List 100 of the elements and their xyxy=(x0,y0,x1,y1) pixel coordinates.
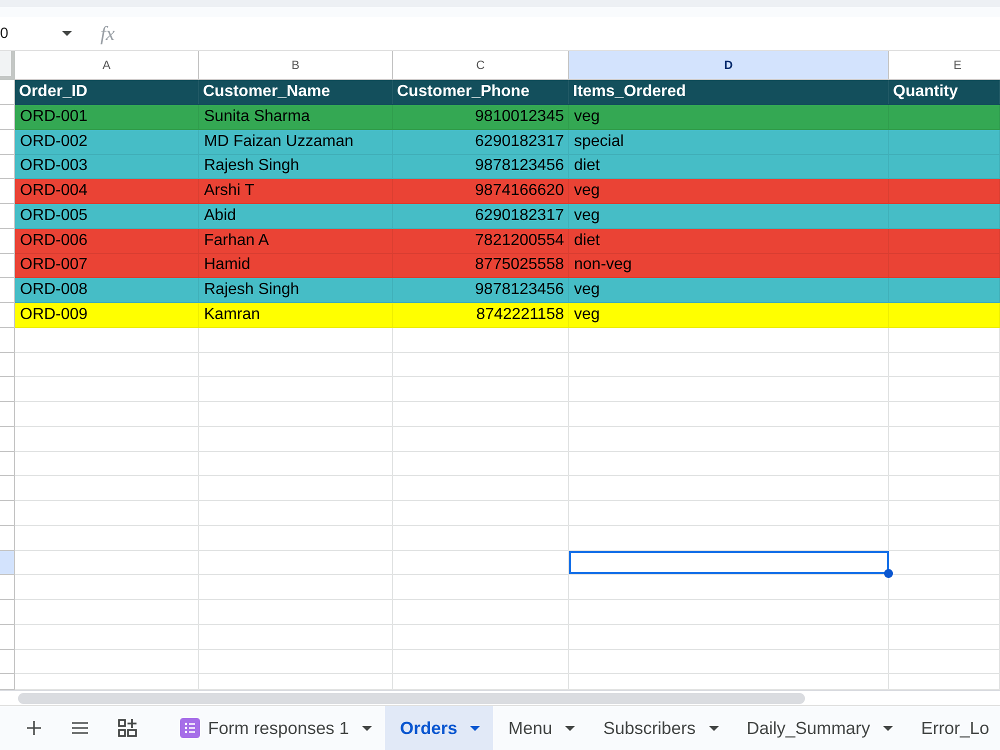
fill-handle-icon[interactable] xyxy=(884,569,893,578)
row-header[interactable] xyxy=(0,204,15,229)
horizontal-scrollbar[interactable] xyxy=(0,690,1000,706)
table-cell: ORD-004 xyxy=(20,182,88,200)
row-header[interactable] xyxy=(0,452,15,476)
column-title: Order_ID xyxy=(19,83,88,101)
table-cell: Arshi T xyxy=(204,182,254,200)
caret-icon[interactable] xyxy=(62,31,72,36)
row-header[interactable] xyxy=(0,674,15,690)
caret-icon[interactable] xyxy=(565,726,576,730)
row-header[interactable] xyxy=(0,303,15,328)
row-header[interactable] xyxy=(0,526,15,550)
table-row[interactable]: ORD-008 Rajesh Singh 9878123456 veg xyxy=(15,278,1000,303)
row-header[interactable] xyxy=(0,575,15,600)
table-cell: veg xyxy=(574,306,600,324)
table-cell: Farhan A xyxy=(204,232,269,250)
row-header[interactable] xyxy=(0,130,15,154)
column-header[interactable]: D xyxy=(569,51,889,80)
name-box[interactable]: 0 xyxy=(0,25,8,42)
column-title: Customer_Phone xyxy=(397,83,530,101)
caret-icon[interactable] xyxy=(883,726,894,730)
table-cell: special xyxy=(574,132,624,151)
table-cell: veg xyxy=(574,182,600,200)
select-all-corner[interactable] xyxy=(0,51,15,80)
table-cell: Rajesh Singh xyxy=(204,157,300,176)
column-title: Quantity xyxy=(893,83,958,101)
table-cell: ORD-008 xyxy=(20,281,88,300)
sheet-tab[interactable]: Daily_Summary xyxy=(732,706,906,750)
table-cell: Abid xyxy=(204,206,236,225)
row-header[interactable] xyxy=(0,228,15,254)
table-row[interactable]: ORD-001 Sunita Sharma 9810012345 veg xyxy=(15,105,1000,130)
table-cell: diet xyxy=(574,157,600,176)
table-cell: ORD-005 xyxy=(20,206,88,225)
row-header[interactable] xyxy=(0,550,15,576)
table-cell: ORD-003 xyxy=(20,157,88,176)
row-header[interactable] xyxy=(0,402,15,427)
scrollbar-thumb[interactable] xyxy=(18,692,805,704)
table-cell: non-veg xyxy=(574,256,632,274)
table-cell: 8742221158 xyxy=(476,306,564,324)
table-row[interactable]: ORD-002 MD Faizan Uzzaman 6290182317 special xyxy=(15,130,1000,154)
column-header[interactable]: C xyxy=(393,51,569,80)
row-header[interactable] xyxy=(0,278,15,303)
table-cell: veg xyxy=(574,108,600,126)
caret-icon[interactable] xyxy=(470,726,480,730)
table-cell: Kamran xyxy=(204,306,260,324)
row-header[interactable] xyxy=(0,600,15,625)
table-row[interactable]: ORD-003 Rajesh Singh 9878123456 diet xyxy=(15,154,1000,180)
table-cell: 9874166620 xyxy=(475,182,564,200)
menu-icon[interactable] xyxy=(72,722,88,734)
table-cell: ORD-001 xyxy=(20,108,88,126)
form-icon xyxy=(180,718,200,738)
table-cell: ORD-007 xyxy=(20,256,88,274)
caret-icon[interactable] xyxy=(362,726,372,730)
table-cell: Hamid xyxy=(204,256,250,274)
row-header[interactable] xyxy=(0,650,15,674)
table-cell: 9878123456 xyxy=(475,281,564,300)
row-header[interactable] xyxy=(0,328,15,352)
plus-icon[interactable] xyxy=(27,721,41,735)
table-cell: 7821200554 xyxy=(475,232,564,250)
table-row[interactable]: ORD-007 Hamid 8775025558 non-veg xyxy=(15,254,1000,278)
sheet-tab[interactable]: Subscribers xyxy=(588,706,732,750)
row-header[interactable] xyxy=(0,352,15,378)
table-row[interactable]: ORD-009 Kamran 8742221158 veg xyxy=(15,303,1000,328)
row-header[interactable] xyxy=(0,476,15,501)
grid-plus-icon[interactable] xyxy=(118,719,137,737)
table-cell: 6290182317 xyxy=(475,132,564,151)
row-header[interactable] xyxy=(0,254,15,278)
table-row[interactable]: ORD-004 Arshi T 9874166620 veg xyxy=(15,179,1000,204)
row-header[interactable] xyxy=(0,105,15,130)
fx-label: fx xyxy=(100,24,115,44)
sheet-tab[interactable]: Form responses 1 xyxy=(170,706,386,750)
table-row[interactable]: ORD-006 Farhan A 7821200554 diet xyxy=(15,228,1000,254)
column-header[interactable]: A xyxy=(15,51,199,80)
table-cell: 9878123456 xyxy=(475,157,564,176)
table-cell: veg xyxy=(574,281,600,300)
table-cell: diet xyxy=(574,232,600,250)
sheet-tab[interactable]: Orders xyxy=(385,706,494,750)
row-header[interactable] xyxy=(0,624,15,650)
table-cell: 9810012345 xyxy=(475,108,564,126)
sheet-tab[interactable]: Menu xyxy=(493,706,588,750)
column-header[interactable]: B xyxy=(199,51,393,80)
row-header[interactable] xyxy=(0,501,15,526)
column-title: Customer_Name xyxy=(203,83,330,101)
caret-icon[interactable] xyxy=(708,726,719,730)
table-cell: ORD-006 xyxy=(20,232,88,250)
sheet-tab[interactable]: Error_Lo xyxy=(906,706,990,750)
table-cell: Rajesh Singh xyxy=(204,281,300,300)
table-cell: 8775025558 xyxy=(475,256,564,274)
row-header[interactable] xyxy=(0,377,15,402)
row-header[interactable] xyxy=(0,179,15,204)
table-cell: 6290182317 xyxy=(475,206,564,225)
row-header[interactable] xyxy=(0,426,15,452)
table-cell: ORD-002 xyxy=(20,132,88,151)
row-header[interactable] xyxy=(0,80,15,105)
table-cell: veg xyxy=(574,206,600,225)
table-cell: ORD-009 xyxy=(20,306,88,324)
table-cell: Sunita Sharma xyxy=(204,108,310,126)
column-title: Items_Ordered xyxy=(573,83,686,101)
table-row[interactable]: ORD-005 Abid 6290182317 veg xyxy=(15,204,1000,229)
row-header[interactable] xyxy=(0,154,15,180)
